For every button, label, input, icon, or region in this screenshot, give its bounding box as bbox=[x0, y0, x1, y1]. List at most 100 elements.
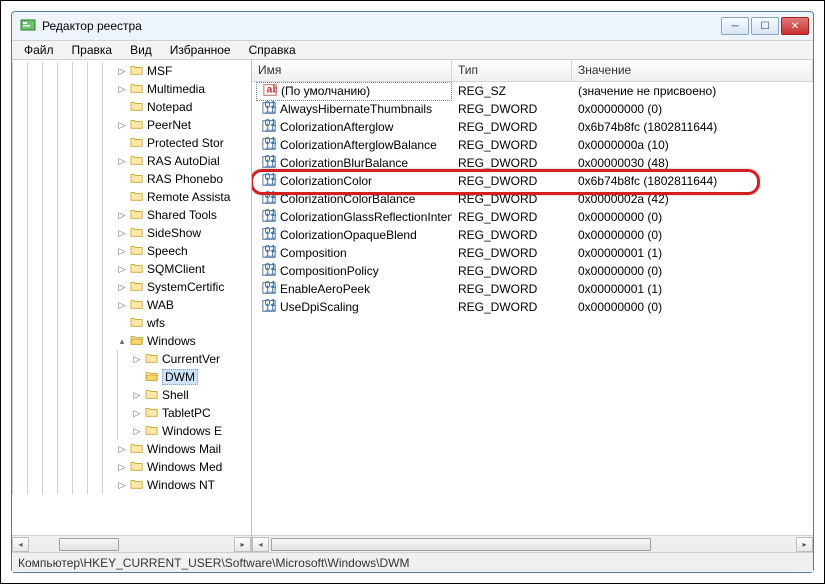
tree-item[interactable]: RAS Phonebo bbox=[12, 170, 251, 188]
value-list[interactable]: ab(По умолчанию)REG_SZ(значение не присв… bbox=[252, 82, 813, 535]
tree-item[interactable]: DWM bbox=[12, 368, 251, 386]
scroll-left-button[interactable]: ◂ bbox=[252, 537, 269, 552]
expander-icon[interactable]: ▷ bbox=[117, 300, 127, 310]
expander-icon[interactable]: ▷ bbox=[117, 444, 127, 454]
tree-item-label: MSF bbox=[147, 64, 172, 78]
column-header-type[interactable]: Тип bbox=[452, 60, 572, 81]
tree-item[interactable]: ▷SQMClient bbox=[12, 260, 251, 278]
tree-item[interactable]: ▷WAB bbox=[12, 296, 251, 314]
scroll-thumb[interactable] bbox=[59, 538, 119, 551]
svg-text:110: 110 bbox=[265, 121, 276, 133]
value-row[interactable]: 011110ColorizationAfterglowREG_DWORD0x6b… bbox=[252, 118, 813, 136]
expander-icon[interactable]: ▷ bbox=[117, 156, 127, 166]
folder-icon bbox=[145, 370, 159, 385]
menu-view[interactable]: Вид bbox=[122, 41, 160, 59]
svg-text:110: 110 bbox=[265, 265, 276, 277]
expander-icon[interactable]: ▷ bbox=[117, 282, 127, 292]
tree-item[interactable]: ▴Windows bbox=[12, 332, 251, 350]
tree-item[interactable]: ▷RAS AutoDial bbox=[12, 152, 251, 170]
tree-item[interactable]: ▷Windows Mail bbox=[12, 440, 251, 458]
value-type: REG_DWORD bbox=[452, 228, 572, 242]
tree-item[interactable]: ▷SystemCertific bbox=[12, 278, 251, 296]
value-row[interactable]: 011110CompositionREG_DWORD0x00000001 (1) bbox=[252, 244, 813, 262]
value-row[interactable]: 011110ColorizationOpaqueBlendREG_DWORD0x… bbox=[252, 226, 813, 244]
titlebar[interactable]: Редактор реестра ─ ☐ ✕ bbox=[12, 12, 813, 40]
value-row[interactable]: 011110ColorizationGlassReflectionIntensi… bbox=[252, 208, 813, 226]
scroll-thumb[interactable] bbox=[271, 538, 651, 551]
menu-help[interactable]: Справка bbox=[241, 41, 304, 59]
column-header-name[interactable]: Имя bbox=[252, 60, 452, 81]
expander-icon[interactable]: ▷ bbox=[132, 390, 142, 400]
expander-icon[interactable]: ▷ bbox=[117, 84, 127, 94]
expander-icon[interactable] bbox=[117, 138, 127, 148]
tree-item[interactable]: ▷CurrentVer bbox=[12, 350, 251, 368]
expander-icon[interactable]: ▷ bbox=[117, 264, 127, 274]
tree-item[interactable]: Notepad bbox=[12, 98, 251, 116]
expander-icon[interactable] bbox=[117, 318, 127, 328]
menu-favorites[interactable]: Избранное bbox=[162, 41, 239, 59]
value-row[interactable]: 011110ColorizationColorREG_DWORD0x6b74b8… bbox=[252, 172, 813, 190]
tree-item[interactable]: ▷TabletPC bbox=[12, 404, 251, 422]
maximize-button[interactable]: ☐ bbox=[751, 17, 779, 35]
tree-item[interactable]: ▷Shell bbox=[12, 386, 251, 404]
tree-item[interactable]: ▷Speech bbox=[12, 242, 251, 260]
value-row[interactable]: 011110ColorizationColorBalanceREG_DWORD0… bbox=[252, 190, 813, 208]
expander-icon[interactable]: ▷ bbox=[117, 210, 127, 220]
expander-icon[interactable]: ▷ bbox=[117, 228, 127, 238]
menu-file[interactable]: Файл bbox=[16, 41, 62, 59]
registry-tree[interactable]: ▷ MSF ▷MultimediaNotepad▷PeerNetProtected … bbox=[12, 60, 251, 496]
folder-icon bbox=[130, 280, 144, 295]
expander-icon[interactable] bbox=[117, 174, 127, 184]
list-horizontal-scrollbar[interactable]: ◂ ▸ bbox=[252, 535, 813, 552]
expander-icon[interactable]: ▷ bbox=[132, 426, 142, 436]
value-row[interactable]: 011110CompositionPolicyREG_DWORD0x000000… bbox=[252, 262, 813, 280]
tree-item-label: DWM bbox=[162, 369, 198, 385]
folder-icon bbox=[130, 478, 144, 493]
minimize-button[interactable]: ─ bbox=[721, 17, 749, 35]
svg-text:110: 110 bbox=[265, 247, 276, 259]
expander-icon[interactable]: ▷ bbox=[117, 246, 127, 256]
scroll-right-button[interactable]: ▸ bbox=[234, 537, 251, 552]
expander-icon[interactable]: ▷ bbox=[117, 480, 127, 490]
tree-item[interactable]: ▷SideShow bbox=[12, 224, 251, 242]
tree-item[interactable]: ▷Shared Tools bbox=[12, 206, 251, 224]
tree-item[interactable]: ▷Windows NT bbox=[12, 476, 251, 494]
tree-item[interactable]: Remote Assista bbox=[12, 188, 251, 206]
tree-item[interactable]: ▷PeerNet bbox=[12, 116, 251, 134]
tree-item[interactable]: Protected Stor bbox=[12, 134, 251, 152]
value-name-cell: 011110ColorizationColorBalance bbox=[256, 191, 452, 208]
tree-item-label: Windows Med bbox=[147, 460, 222, 474]
value-row[interactable]: ab(По умолчанию)REG_SZ(значение не присв… bbox=[252, 82, 813, 100]
column-header-value[interactable]: Значение bbox=[572, 60, 813, 81]
scroll-track[interactable] bbox=[269, 537, 796, 552]
svg-text:110: 110 bbox=[265, 229, 276, 241]
expander-icon[interactable]: ▷ bbox=[132, 408, 142, 418]
scroll-right-button[interactable]: ▸ bbox=[796, 537, 813, 552]
value-data: 0x0000002a (42) bbox=[572, 192, 813, 206]
menu-edit[interactable]: Правка bbox=[64, 41, 121, 59]
expander-icon[interactable] bbox=[132, 372, 142, 382]
value-name: (По умолчанию) bbox=[281, 84, 370, 98]
expander-icon[interactable]: ▴ bbox=[117, 336, 127, 346]
value-row[interactable]: 011110EnableAeroPeekREG_DWORD0x00000001 … bbox=[252, 280, 813, 298]
expander-icon[interactable]: ▷ bbox=[117, 462, 127, 472]
tree-item[interactable]: ▷Multimedia bbox=[12, 80, 251, 98]
expander-icon[interactable] bbox=[117, 192, 127, 202]
scroll-left-button[interactable]: ◂ bbox=[12, 537, 29, 552]
expander-icon[interactable]: ▷ bbox=[117, 120, 127, 130]
tree-item[interactable]: ▷ Windows Med bbox=[12, 458, 251, 476]
value-row[interactable]: 011110AlwaysHibernateThumbnailsREG_DWORD… bbox=[252, 100, 813, 118]
expander-icon[interactable]: ▷ bbox=[117, 66, 127, 76]
scroll-track[interactable] bbox=[29, 537, 234, 552]
tree-item[interactable]: ▷ MSF bbox=[12, 62, 251, 80]
tree-item[interactable]: wfs bbox=[12, 314, 251, 332]
expander-icon[interactable]: ▷ bbox=[132, 354, 142, 364]
expander-icon[interactable] bbox=[117, 102, 127, 112]
value-row[interactable]: 011110UseDpiScalingREG_DWORD0x00000000 (… bbox=[252, 298, 813, 316]
close-button[interactable]: ✕ bbox=[781, 17, 809, 35]
value-row[interactable]: 011110ColorizationAfterglowBalanceREG_DW… bbox=[252, 136, 813, 154]
folder-icon bbox=[130, 154, 144, 169]
tree-item[interactable]: ▷Windows E bbox=[12, 422, 251, 440]
value-row[interactable]: 011110ColorizationBlurBalanceREG_DWORD0x… bbox=[252, 154, 813, 172]
tree-horizontal-scrollbar[interactable]: ◂ ▸ bbox=[12, 535, 251, 552]
